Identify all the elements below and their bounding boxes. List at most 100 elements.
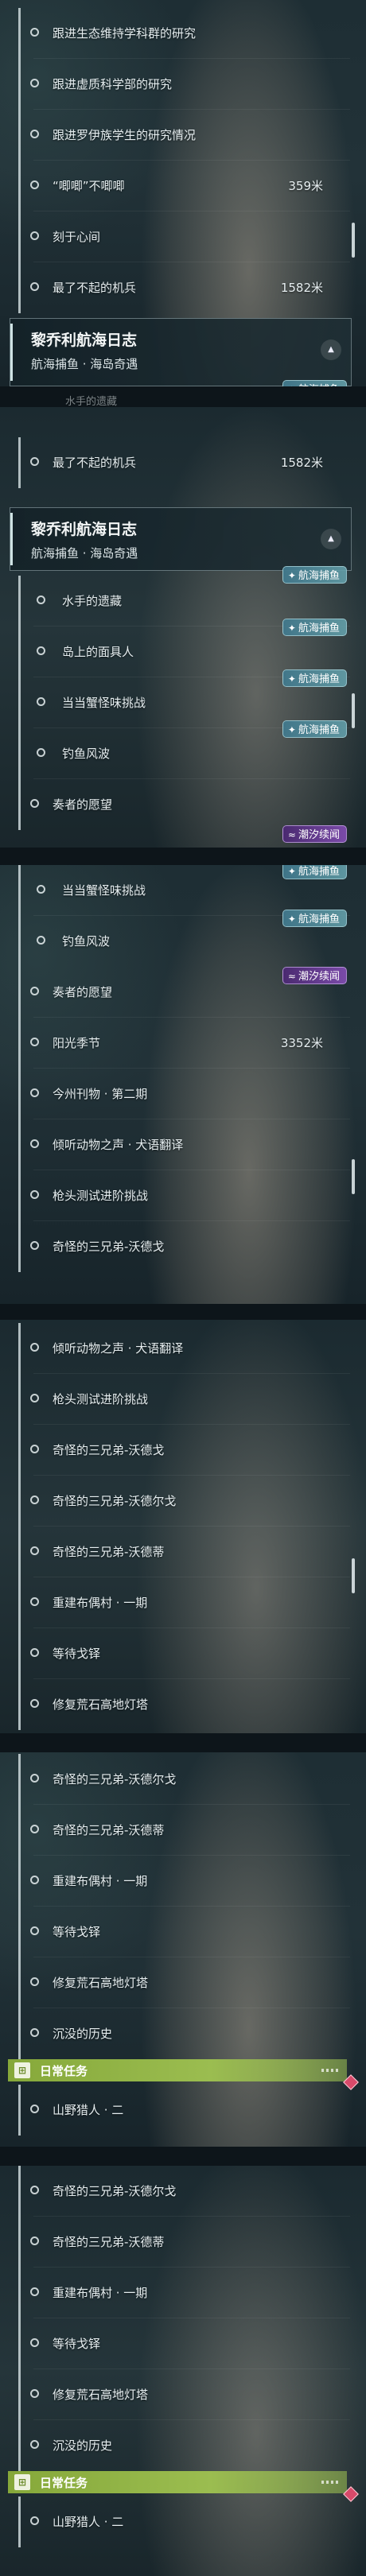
quest-group-header[interactable]: 黎乔利航海日志 航海捕鱼 · 海岛奇遇 ▲ xyxy=(10,507,352,571)
quest-tracker-panel-6: 奇怪的三兄弟-沃德尔戈 奇怪的三兄弟-沃德蒂 重建布偶村 · 一期 等待戈铎 修… xyxy=(0,2166,366,2576)
quest-item[interactable]: 沉没的历史 xyxy=(0,2008,366,2059)
quest-item[interactable]: 重建布偶村 · 一期 xyxy=(0,2268,366,2318)
circle-marker-icon xyxy=(30,1876,39,1884)
quest-line xyxy=(18,1957,21,2008)
frame-gap xyxy=(0,1304,366,1320)
quest-item[interactable]: 重建布偶村 · 一期 xyxy=(0,1856,366,1907)
quest-line xyxy=(18,262,21,313)
quest-item[interactable]: 阳光季节 3352米 xyxy=(0,1018,366,1069)
quest-item[interactable]: 钓鱼风波 xyxy=(0,728,366,779)
circle-marker-icon xyxy=(30,2186,39,2194)
quest-item[interactable]: 奏者的愿望 xyxy=(0,779,366,830)
circle-marker-icon xyxy=(30,457,39,466)
circle-marker-icon xyxy=(30,1343,39,1352)
quest-item[interactable]: 重建布偶村 · 一期 xyxy=(0,1577,366,1628)
quest-item[interactable]: 等待戈铎 xyxy=(0,1628,366,1679)
tide-tag: ≈ 潮汐续闻 xyxy=(282,825,347,843)
quest-line xyxy=(18,1374,21,1425)
quest-line xyxy=(18,2166,21,2217)
quest-item[interactable]: 最了不起的机兵 1582米 xyxy=(0,262,366,313)
quest-group-header[interactable]: 黎乔利航海日志 航海捕鱼 · 海岛奇遇 ▲ xyxy=(10,318,352,386)
quest-item[interactable]: 钓鱼风波 xyxy=(0,916,366,967)
circle-marker-icon xyxy=(30,2028,39,2037)
quest-line xyxy=(18,1069,21,1119)
circle-marker-icon xyxy=(30,2237,39,2245)
more-dots-icon xyxy=(321,2069,341,2072)
circle-marker-icon xyxy=(37,885,45,894)
daily-task-header[interactable]: ⊞ 日常任务 xyxy=(8,2471,347,2493)
quest-line xyxy=(18,8,21,59)
quest-label: 沉没的历史 xyxy=(53,2438,113,2453)
quest-line xyxy=(18,1679,21,1730)
quest-tracker-panel-3: ✦ 航海捕鱼 当当蟹怪味挑战 ✦ 航海捕鱼 钓鱼风波 奏者的愿望 ≈ 潮汐续闻 阳光季… xyxy=(0,865,366,1304)
quest-item[interactable]: 奇怪的三兄弟-沃德尔戈 xyxy=(0,2166,366,2217)
quest-line xyxy=(18,211,21,262)
circle-marker-icon xyxy=(30,2287,39,2296)
quest-label: 山野猎人 · 二 xyxy=(53,2515,124,2529)
quest-item[interactable]: “唧唧”不唧唧 359米 xyxy=(0,161,366,211)
quest-item-cut[interactable]: 修复荒石高地灯塔 xyxy=(0,1679,366,1730)
quest-item[interactable]: 跟进虚质科学部的研究 xyxy=(0,59,366,110)
quest-label: 最了不起的机兵 xyxy=(53,281,137,295)
quest-line xyxy=(18,967,21,1018)
quest-item[interactable]: 奇怪的三兄弟-沃德戈 xyxy=(0,1425,366,1476)
quest-item[interactable]: 修复荒石高地灯塔 xyxy=(0,1957,366,2008)
quest-item[interactable]: 奇怪的三兄弟-沃德尔戈 xyxy=(0,1476,366,1527)
quest-item[interactable]: 跟进罗伊族学生的研究情况 xyxy=(0,110,366,161)
quest-item[interactable]: 等待戈铎 xyxy=(0,2318,366,2369)
quest-item[interactable]: 修复荒石高地灯塔 xyxy=(0,2369,366,2420)
quest-item[interactable]: 今州刊物 · 第二期 xyxy=(0,1069,366,1119)
quest-label: 修复荒石高地灯塔 xyxy=(53,1976,149,1990)
quest-item[interactable]: 奇怪的三兄弟-沃德尔戈 xyxy=(0,1754,366,1805)
quest-line xyxy=(18,161,21,211)
scrollbar-thumb[interactable] xyxy=(352,1558,355,1593)
scrollbar-thumb[interactable] xyxy=(352,693,355,728)
daily-task-header[interactable]: ⊞ 日常任务 xyxy=(8,2059,347,2081)
quest-item[interactable]: 枪头测试进阶挑战 xyxy=(0,1374,366,1425)
header-accent xyxy=(10,513,13,565)
quest-label: 奇怪的三兄弟-沃德蒂 xyxy=(53,2235,165,2249)
quest-item[interactable]: 山野猎人 · 二 xyxy=(0,2496,366,2547)
quest-group-title: 黎乔利航海日志 xyxy=(31,521,138,538)
quest-item[interactable]: 沉没的历史 xyxy=(0,2420,366,2471)
quest-label: 钓鱼风波 xyxy=(62,747,111,761)
scrollbar-thumb[interactable] xyxy=(352,223,355,258)
quest-item[interactable]: 等待戈铎 xyxy=(0,1907,366,1957)
quest-label: 等待戈铎 xyxy=(53,1647,101,1661)
quest-label: 水手的遗藏 xyxy=(65,396,118,407)
circle-marker-icon xyxy=(30,231,39,240)
quest-item[interactable]: 刻于心间 xyxy=(0,211,366,262)
circle-marker-icon xyxy=(30,1699,39,1708)
quest-item[interactable]: 最了不起的机兵 1582米 xyxy=(0,437,366,488)
quest-line xyxy=(18,677,21,728)
quest-item[interactable]: 山野猎人 · 二 xyxy=(0,2085,366,2136)
circle-marker-icon xyxy=(30,2389,39,2398)
circle-marker-icon xyxy=(30,1597,39,1606)
quest-line xyxy=(18,627,21,677)
circle-marker-icon xyxy=(30,1139,39,1148)
quest-item[interactable]: 奇怪的三兄弟-沃德蒂 xyxy=(0,1805,366,1856)
scrollbar-thumb[interactable] xyxy=(352,1159,355,1194)
daily-task-title: 日常任务 xyxy=(40,2476,88,2490)
quest-item[interactable]: 奇怪的三兄弟-沃德蒂 xyxy=(0,2217,366,2268)
quest-line xyxy=(18,2085,21,2136)
quest-label: 奇怪的三兄弟-沃德戈 xyxy=(53,1443,165,1457)
quest-item[interactable]: 奇怪的三兄弟-沃德蒂 xyxy=(0,1527,366,1577)
quest-label: 水手的遗藏 xyxy=(62,594,123,608)
book-icon: ⊞ xyxy=(14,2474,30,2490)
quest-line xyxy=(18,1527,21,1577)
tide-tag: ≈ 潮汐续闻 xyxy=(282,967,347,984)
quest-line xyxy=(18,1577,21,1628)
chevron-up-icon[interactable]: ▲ xyxy=(321,529,341,549)
chevron-up-icon[interactable]: ▲ xyxy=(321,339,341,360)
quest-line xyxy=(18,1221,21,1272)
quest-line xyxy=(18,110,21,161)
quest-item[interactable]: 倾听动物之声 · 犬语翻译 xyxy=(0,1119,366,1170)
quest-item[interactable]: 枪头测试进阶挑战 xyxy=(0,1170,366,1221)
quest-tracker-panel-5: 奇怪的三兄弟-沃德尔戈 奇怪的三兄弟-沃德蒂 重建布偶村 · 一期 等待戈铎 修… xyxy=(0,1752,366,2147)
quest-item[interactable]: 当当蟹怪味挑战 xyxy=(0,865,366,916)
quest-item[interactable]: 跟进生态维持学科群的研究 xyxy=(0,8,366,59)
circle-marker-icon xyxy=(37,748,45,757)
quest-item[interactable]: 奇怪的三兄弟-沃德戈 xyxy=(0,1221,366,1272)
quest-item[interactable]: 倾听动物之声 · 犬语翻译 xyxy=(0,1323,366,1374)
